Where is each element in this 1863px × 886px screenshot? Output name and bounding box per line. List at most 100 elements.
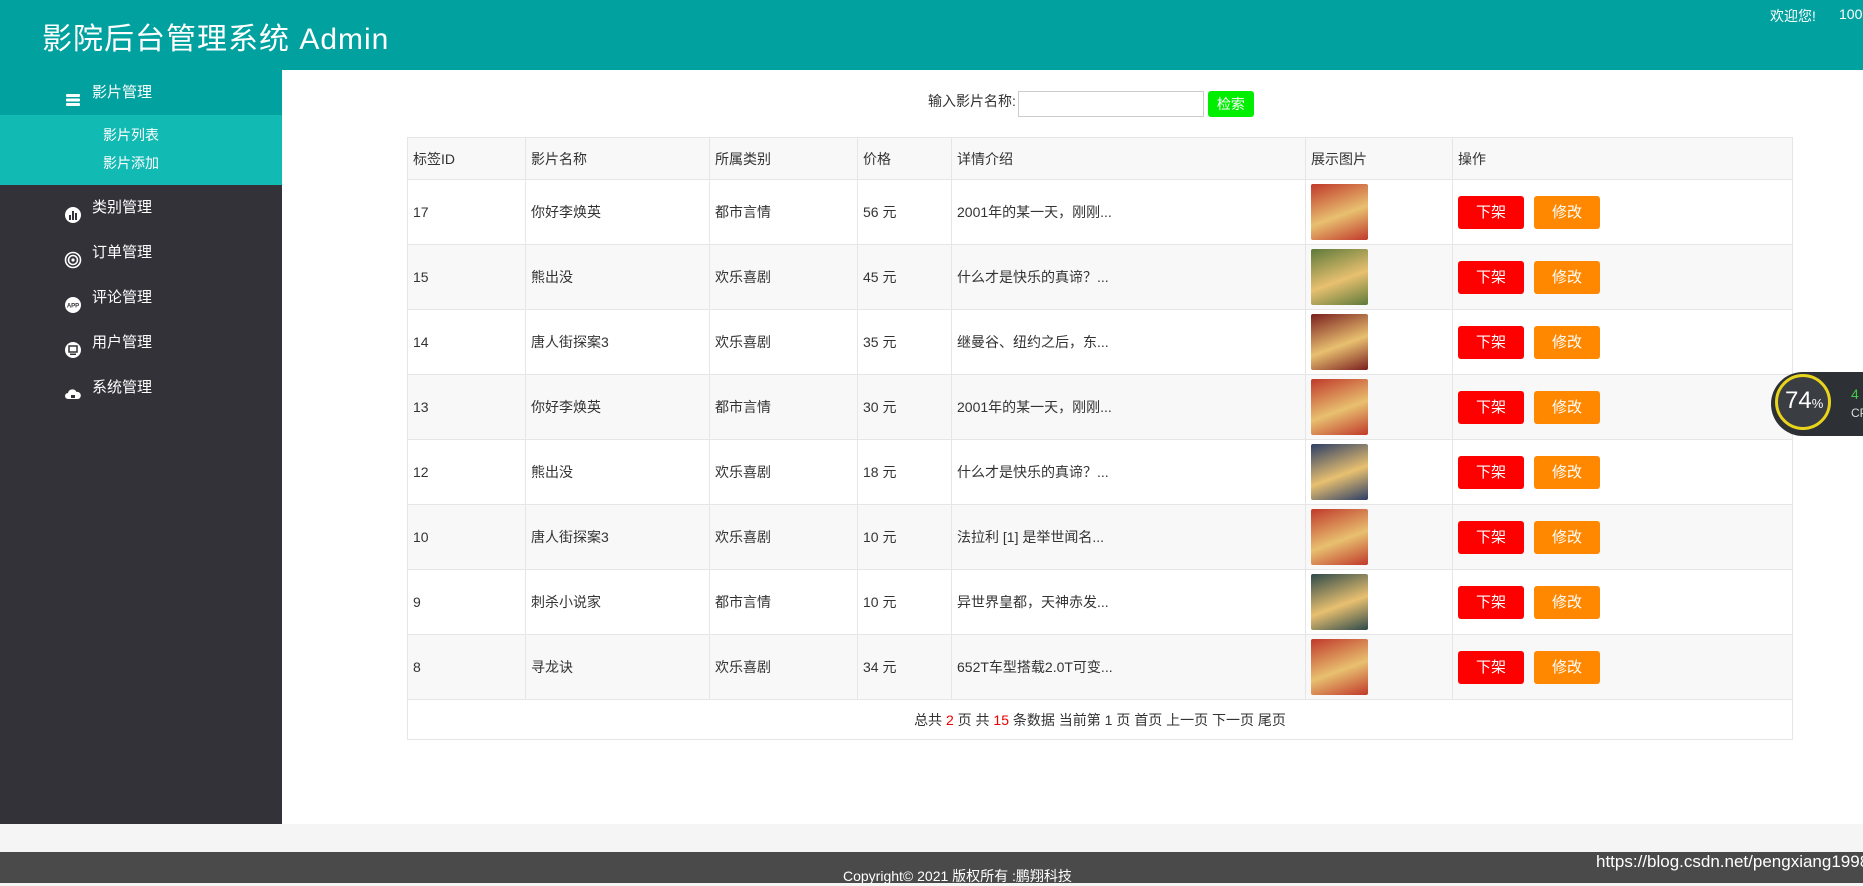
cell-price: 10 元 [857, 504, 952, 570]
pager-row: 总共 2 页 共 15 条数据 当前第 1 页 首页 上一页 下一页 尾页 [407, 699, 1793, 740]
cell-poster [1305, 179, 1453, 245]
film-submenu: 影片列表 影片添加 [0, 115, 282, 185]
offline-button[interactable]: 下架 [1458, 260, 1524, 294]
cell-id: 9 [407, 569, 526, 635]
pager-prev-link[interactable]: 上一页 [1166, 712, 1208, 728]
cell-intro: 什么才是快乐的真谛？... [951, 244, 1306, 310]
poster-thumbnail [1311, 184, 1368, 240]
cell-actions: 下架 修改 [1452, 309, 1793, 375]
cell-poster [1305, 244, 1453, 310]
sidebar-item-label: 系统管理 [92, 379, 153, 396]
col-header-category: 所属类别 [709, 137, 858, 180]
sidebar-item-comments[interactable]: APP 评论管理 [0, 275, 282, 320]
welcome-text: 欢迎您! [1770, 8, 1816, 24]
search-button[interactable]: 检索 [1207, 91, 1254, 117]
sidebar-item-orders[interactable]: 订单管理 [0, 230, 282, 275]
offline-button[interactable]: 下架 [1458, 455, 1524, 489]
edit-button[interactable]: 修改 [1534, 325, 1600, 359]
poster-thumbnail [1311, 574, 1368, 630]
poster-thumbnail [1311, 314, 1368, 370]
edit-button[interactable]: 修改 [1534, 650, 1600, 684]
cell-price: 35 元 [857, 309, 952, 375]
offline-button[interactable]: 下架 [1458, 325, 1524, 359]
cell-name: 你好李焕英 [525, 374, 710, 440]
submenu-film-list[interactable]: 影片列表 [0, 121, 282, 149]
offline-button[interactable]: 下架 [1458, 650, 1524, 684]
poster-thumbnail [1311, 249, 1368, 305]
footer: Copyright© 2021 版权所有 :鹏翔科技 https://blog.… [0, 852, 1863, 884]
watermark-url: https://blog.csdn.net/pengxiang1998 [1596, 852, 1863, 871]
sidebar: 影片管理 影片列表 影片添加 类别管理 订单管理 APP 评论管理 用户管理 系… [0, 70, 282, 824]
table-row: 13 你好李焕英 都市言情 30 元 2001年的某一天，刚刚... 下架 修改 [407, 374, 1793, 440]
cell-name: 寻龙诀 [525, 634, 710, 700]
col-header-price: 价格 [857, 137, 952, 180]
cell-id: 15 [407, 244, 526, 310]
cell-intro: 异世界皇都，天神赤发... [951, 569, 1306, 635]
offline-button[interactable]: 下架 [1458, 585, 1524, 619]
search-input[interactable] [1017, 91, 1204, 117]
cell-poster [1305, 634, 1453, 700]
cell-price: 18 元 [857, 439, 952, 505]
cell-category: 都市言情 [709, 569, 858, 635]
film-table: 标签ID 影片名称 所属类别 价格 详情介绍 展示图片 操作 17 你好李焕英 都市… [407, 137, 1793, 740]
cell-actions: 下架 修改 [1452, 244, 1793, 310]
cell-actions: 下架 修改 [1452, 179, 1793, 245]
edit-button[interactable]: 修改 [1534, 585, 1600, 619]
poster-thumbnail [1311, 509, 1368, 565]
pager-text: 页 共 [957, 711, 990, 728]
cell-actions: 下架 修改 [1452, 504, 1793, 570]
cell-actions: 下架 修改 [1452, 569, 1793, 635]
sidebar-item-films[interactable]: 影片管理 [0, 70, 282, 115]
cell-category: 都市言情 [709, 374, 858, 440]
pager-text: 条数据 当前第 [1012, 711, 1101, 728]
cell-name: 唐人街探案3 [525, 504, 710, 570]
pager-total-pages: 2 [945, 711, 954, 728]
edit-button[interactable]: 修改 [1534, 390, 1600, 424]
sidebar-item-users[interactable]: 用户管理 [0, 320, 282, 365]
cell-category: 欢乐喜剧 [709, 634, 858, 700]
offline-button[interactable]: 下架 [1458, 520, 1524, 554]
edit-button[interactable]: 修改 [1534, 195, 1600, 229]
pager-current-page: 1 [1104, 711, 1113, 728]
offline-button[interactable]: 下架 [1458, 195, 1524, 229]
cpu-monitor-widget[interactable]: 74% 4 CP [1771, 372, 1863, 436]
sidebar-item-system[interactable]: 系统管理 [0, 365, 282, 410]
col-header-name: 影片名称 [525, 137, 710, 180]
edit-button[interactable]: 修改 [1534, 455, 1600, 489]
cpu-side-label: CP [1851, 406, 1863, 420]
cloud-icon [64, 377, 82, 400]
pager-total-records: 15 [993, 711, 1009, 728]
pager-next-link[interactable]: 下一页 [1212, 712, 1254, 728]
offline-button[interactable]: 下架 [1458, 390, 1524, 424]
cell-category: 都市言情 [709, 179, 858, 245]
cell-price: 30 元 [857, 374, 952, 440]
sidebar-item-label: 类别管理 [92, 199, 153, 216]
user-name[interactable]: 100 [1839, 6, 1862, 22]
cell-id: 10 [407, 504, 526, 570]
col-header-actions: 操作 [1452, 137, 1793, 180]
app-badge-icon: APP [64, 287, 82, 314]
cell-category: 欢乐喜剧 [709, 439, 858, 505]
poster-thumbnail [1311, 379, 1368, 435]
cell-actions: 下架 修改 [1452, 439, 1793, 505]
cell-poster [1305, 439, 1453, 505]
col-header-intro: 详情介绍 [951, 137, 1306, 180]
submenu-film-add[interactable]: 影片添加 [0, 149, 282, 177]
pager-first-link[interactable]: 首页 [1134, 712, 1162, 728]
cpu-percent: 74% [1785, 387, 1823, 415]
cell-actions: 下架 修改 [1452, 634, 1793, 700]
edit-button[interactable]: 修改 [1534, 260, 1600, 294]
cell-category: 欢乐喜剧 [709, 309, 858, 375]
bar-chart-icon [64, 197, 82, 224]
cell-poster [1305, 569, 1453, 635]
edit-button[interactable]: 修改 [1534, 520, 1600, 554]
pager-last-link[interactable]: 尾页 [1258, 712, 1286, 728]
cell-intro: 2001年的某一天，刚刚... [951, 374, 1306, 440]
cell-poster [1305, 504, 1453, 570]
svg-text:APP: APP [67, 304, 79, 310]
pager-text: 总共 [914, 711, 943, 728]
cell-price: 45 元 [857, 244, 952, 310]
cell-poster [1305, 374, 1453, 440]
cell-name: 熊出没 [525, 244, 710, 310]
sidebar-item-categories[interactable]: 类别管理 [0, 185, 282, 230]
